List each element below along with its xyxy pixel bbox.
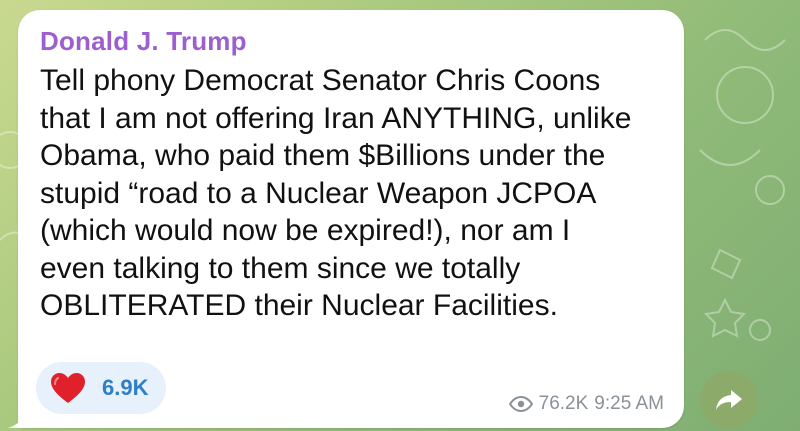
heart-icon (51, 373, 85, 403)
eye-icon (508, 396, 533, 412)
message-meta: 76.2K 9:25 AM (508, 393, 664, 415)
sender-name[interactable]: Donald J. Trump (40, 26, 247, 57)
share-arrow-icon (716, 390, 742, 410)
message-time: 9:25 AM (594, 393, 664, 414)
message-bubble: Donald J. Trump Tell phony Democrat Sena… (18, 10, 684, 428)
message-text: Tell phony Democrat Senator Chris Coons … (40, 64, 632, 322)
view-count: 76.2K (538, 393, 589, 414)
share-button[interactable] (700, 371, 758, 429)
bubble-tail (8, 408, 28, 428)
reaction-chip[interactable]: 6.9K (36, 362, 166, 414)
reaction-count: 6.9K (102, 375, 149, 400)
